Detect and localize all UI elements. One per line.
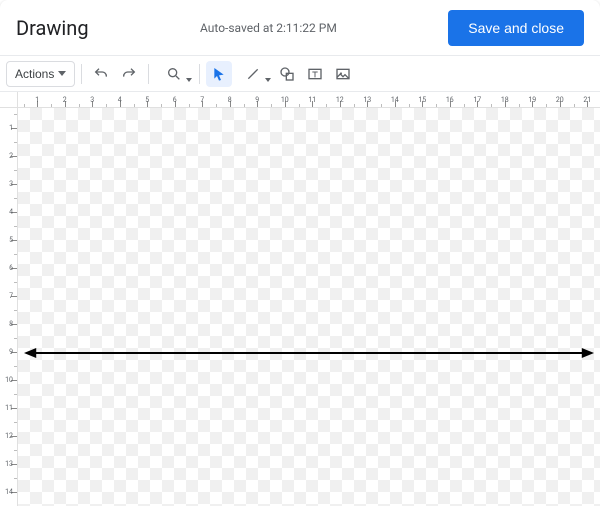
actions-menu-button[interactable]: Actions <box>6 61 75 87</box>
image-icon <box>335 66 351 82</box>
drawing-canvas[interactable] <box>18 108 600 506</box>
ruler-h-label: 16 <box>446 96 454 104</box>
redo-icon <box>121 66 137 82</box>
ruler-h-label: 14 <box>391 96 399 104</box>
canvas-viewport[interactable] <box>18 108 600 506</box>
ruler-h-label: 2 <box>63 96 67 104</box>
ruler-v-label: 4 <box>9 208 13 216</box>
zoom-button[interactable] <box>155 61 193 87</box>
redo-button[interactable] <box>116 61 142 87</box>
ruler-v-label: 7 <box>9 292 13 300</box>
ruler-v-label: 12 <box>5 432 13 440</box>
actions-label: Actions <box>15 67 54 81</box>
shape-icon <box>279 66 295 82</box>
ruler-h-label: 15 <box>418 96 426 104</box>
ruler-h-label: 9 <box>255 96 259 104</box>
ruler-v-label: 1 <box>9 124 13 132</box>
ruler-h-label: 6 <box>173 96 177 104</box>
shape-tool-button[interactable] <box>274 61 300 87</box>
ruler-h-label: 21 <box>583 96 591 104</box>
undo-icon <box>93 66 109 82</box>
image-tool-button[interactable] <box>330 61 356 87</box>
ruler-h-label: 12 <box>336 96 344 104</box>
zoom-icon <box>166 66 182 82</box>
ruler-h-label: 19 <box>528 96 536 104</box>
separator <box>148 64 149 84</box>
ruler-v-label: 9 <box>9 348 13 356</box>
work-area: 123456789101112131415161718192021 123456… <box>0 92 600 506</box>
ruler-h-label: 5 <box>145 96 149 104</box>
ruler-h-label: 3 <box>90 96 94 104</box>
ruler-h-label: 4 <box>118 96 122 104</box>
ruler-v-label: 6 <box>9 264 13 272</box>
line-tool-button[interactable] <box>234 61 272 87</box>
ruler-h-label: 20 <box>556 96 564 104</box>
ruler-corner <box>0 92 18 108</box>
ruler-h-label: 10 <box>281 96 289 104</box>
ruler-h-label: 8 <box>228 96 232 104</box>
ruler-v-label: 11 <box>5 404 13 412</box>
dialog-title: Drawing <box>16 16 89 40</box>
caret-down-icon <box>265 78 271 82</box>
ruler-v-label: 3 <box>9 180 13 188</box>
ruler-v-label: 8 <box>9 320 13 328</box>
ruler-v-label: 10 <box>5 376 13 384</box>
double-arrow-shape[interactable] <box>24 346 594 360</box>
drawing-dialog: Drawing Auto-saved at 2:11:22 PM Save an… <box>0 0 600 506</box>
ruler-h-label: 11 <box>308 96 316 104</box>
separator <box>199 64 200 84</box>
ruler-v-label: 5 <box>9 236 13 244</box>
undo-button[interactable] <box>88 61 114 87</box>
cursor-icon <box>211 66 227 82</box>
ruler-h-label: 18 <box>501 96 509 104</box>
ruler-v-label: 14 <box>5 488 13 496</box>
horizontal-ruler: 123456789101112131415161718192021 <box>18 92 600 108</box>
vertical-ruler: 1234567891011121314 <box>0 108 18 506</box>
autosave-status: Auto-saved at 2:11:22 PM <box>101 21 437 35</box>
toolbar: Actions <box>0 56 600 92</box>
textbox-icon <box>307 66 323 82</box>
line-icon <box>245 66 261 82</box>
ruler-h-label: 13 <box>363 96 371 104</box>
ruler-v-label: 2 <box>9 152 13 160</box>
select-tool-button[interactable] <box>206 61 232 87</box>
ruler-h-label: 7 <box>200 96 204 104</box>
ruler-v-label: 13 <box>5 460 13 468</box>
caret-down-icon <box>58 71 66 76</box>
save-and-close-button[interactable]: Save and close <box>448 10 584 46</box>
caret-down-icon <box>186 78 192 82</box>
separator <box>81 64 82 84</box>
textbox-tool-button[interactable] <box>302 61 328 87</box>
ruler-h-label: 17 <box>473 96 481 104</box>
title-bar: Drawing Auto-saved at 2:11:22 PM Save an… <box>0 0 600 56</box>
ruler-h-label: 1 <box>35 96 39 104</box>
